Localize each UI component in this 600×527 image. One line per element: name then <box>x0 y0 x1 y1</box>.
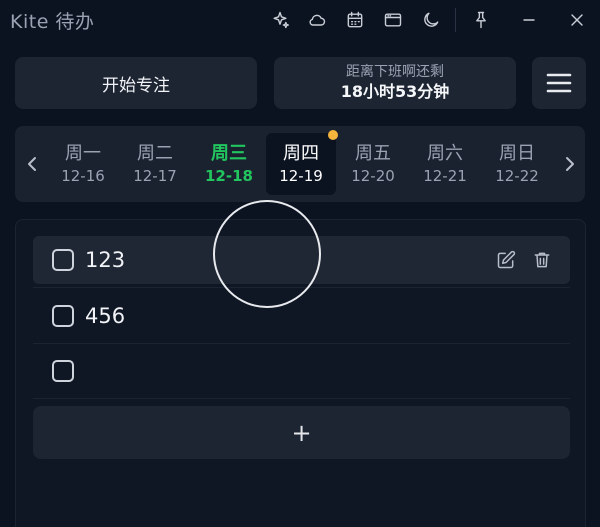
day-thu-selected[interactable]: 周四 12-19 <box>266 130 338 195</box>
off-work-countdown: 距离下班啊还剩 18小时53分钟 <box>274 57 516 109</box>
close-icon[interactable] <box>565 8 589 32</box>
todo-item[interactable]: 123 <box>33 236 570 284</box>
title-bar: Kite 待办 <box>0 0 600 40</box>
day-name: 周一 <box>65 143 101 164</box>
cloud-icon[interactable] <box>305 8 329 32</box>
edit-icon[interactable] <box>495 249 517 271</box>
week-selector: 周一 12-16 周二 12-17 周三 12-18 周四 12-19 周五 1… <box>15 126 585 202</box>
next-week-button[interactable] <box>560 152 580 176</box>
pin-icon[interactable] <box>469 8 493 32</box>
todo-panel: 123 456 + <box>15 219 586 527</box>
minimize-icon[interactable] <box>517 8 541 32</box>
row-divider <box>33 398 570 399</box>
add-todo-button[interactable]: + <box>33 406 570 459</box>
todo-checkbox[interactable] <box>52 360 74 382</box>
titlebar-divider <box>455 8 456 32</box>
row-divider <box>33 343 570 344</box>
day-name: 周六 <box>427 143 463 164</box>
chevron-right-icon <box>566 157 574 171</box>
todo-text: 123 <box>85 248 126 272</box>
day-name: 周三 <box>211 143 247 164</box>
countdown-label: 距离下班啊还剩 <box>346 64 444 80</box>
day-date: 12-18 <box>205 167 253 185</box>
countdown-value: 18小时53分钟 <box>340 82 450 101</box>
todo-item-new[interactable] <box>33 347 570 395</box>
day-tue[interactable]: 周二 12-17 <box>120 133 190 195</box>
day-date: 12-22 <box>495 167 539 185</box>
day-wed-today[interactable]: 周三 12-18 <box>194 133 264 195</box>
task-indicator-dot <box>328 130 338 140</box>
day-date: 12-16 <box>61 167 105 185</box>
day-fri[interactable]: 周五 12-20 <box>338 133 408 195</box>
day-sun[interactable]: 周日 12-22 <box>482 133 552 195</box>
window-icon[interactable] <box>381 8 405 32</box>
row-divider <box>33 287 570 288</box>
day-mon[interactable]: 周一 12-16 <box>48 133 118 195</box>
start-focus-button[interactable]: 开始专注 <box>15 57 257 109</box>
day-date: 12-17 <box>133 167 177 185</box>
calendar-icon[interactable] <box>343 8 367 32</box>
day-date: 12-21 <box>423 167 467 185</box>
sparkles-icon[interactable] <box>268 8 292 32</box>
todo-text: 456 <box>85 304 126 328</box>
chevron-left-icon <box>28 157 36 171</box>
menu-button[interactable] <box>532 57 586 109</box>
todo-checkbox[interactable] <box>52 305 74 327</box>
prev-week-button[interactable] <box>22 152 42 176</box>
todo-item[interactable]: 456 <box>33 292 570 340</box>
day-name: 周二 <box>137 143 173 164</box>
day-date: 12-19 <box>279 167 323 185</box>
todo-checkbox[interactable] <box>52 249 74 271</box>
hamburger-icon <box>546 73 572 93</box>
day-sat[interactable]: 周六 12-21 <box>410 133 480 195</box>
trash-icon[interactable] <box>531 249 553 271</box>
moon-icon[interactable] <box>419 8 443 32</box>
day-name: 周五 <box>355 143 391 164</box>
day-name: 周日 <box>499 143 535 164</box>
day-date: 12-20 <box>351 167 395 185</box>
day-name: 周四 <box>283 143 319 164</box>
